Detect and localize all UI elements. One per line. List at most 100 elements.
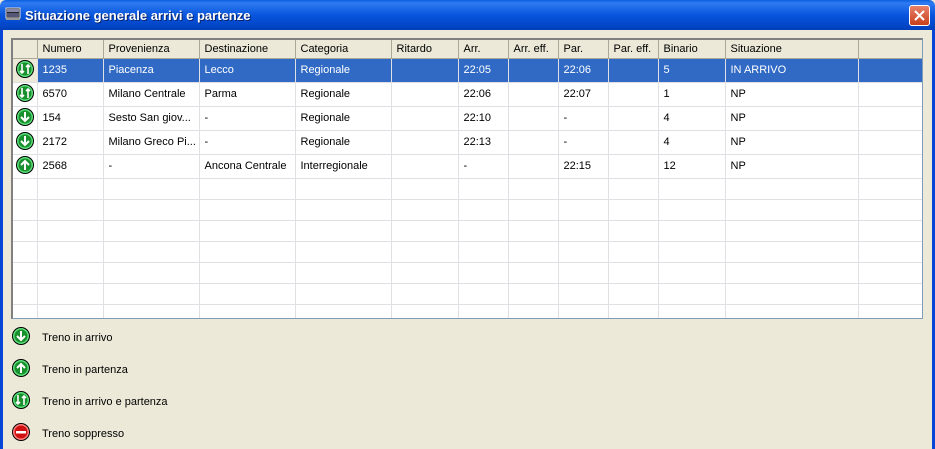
- row-icon-cell: [13, 106, 38, 131]
- row-icon-cell: [13, 58, 38, 83]
- trains-grid[interactable]: Numero Provenienza Destinazione Categoria Ri…: [11, 38, 923, 319]
- column-header[interactable]: Arr. eff.: [508, 40, 559, 59]
- cell-binario: 4: [658, 130, 726, 155]
- cell-par-eff: [608, 130, 659, 155]
- cell-binario: [658, 304, 726, 318]
- cell-par-eff: [608, 82, 659, 107]
- cell-filler: [858, 283, 922, 305]
- row-icon-cell: [13, 304, 38, 318]
- cell-numero: [37, 283, 104, 305]
- cell-situazione: NP: [725, 82, 859, 107]
- legend-item: Treno in arrivo: [11, 326, 311, 346]
- cell-destinazione: [199, 178, 296, 200]
- cell-provenienza: [103, 241, 200, 263]
- cell-destinazione: [199, 220, 296, 242]
- cell-destinazione: Parma: [199, 82, 296, 107]
- table-row[interactable]: 1235 Piacenza Lecco Regionale 22:05 22:06 5 IN …: [13, 58, 922, 83]
- cell-par-eff: [608, 283, 659, 305]
- row-icon-cell: [13, 154, 38, 179]
- cell-par: 22:06: [558, 58, 609, 83]
- cell-provenienza: [103, 199, 200, 221]
- cell-situazione: [725, 304, 859, 318]
- column-header[interactable]: Destinazione: [199, 40, 296, 59]
- column-header[interactable]: [13, 40, 38, 59]
- cell-arr: [458, 304, 509, 318]
- cell-arr-eff: [508, 220, 559, 242]
- cell-destinazione: [199, 199, 296, 221]
- table-row[interactable]: [13, 283, 922, 305]
- cell-provenienza: Piacenza: [103, 58, 200, 83]
- cell-situazione: [725, 262, 859, 284]
- cell-arr-eff: [508, 58, 559, 83]
- column-header[interactable]: [858, 40, 922, 59]
- cell-par: 22:07: [558, 82, 609, 107]
- cell-categoria: [295, 220, 392, 242]
- column-header[interactable]: Provenienza: [103, 40, 200, 59]
- cell-par-eff: [608, 220, 659, 242]
- table-row[interactable]: [13, 220, 922, 242]
- cell-numero: [37, 304, 104, 318]
- cell-destinazione: [199, 304, 296, 318]
- legend-label: Treno soppresso: [42, 428, 125, 440]
- column-header[interactable]: Numero: [37, 40, 104, 59]
- cell-categoria: [295, 241, 392, 263]
- cell-situazione: [725, 178, 859, 200]
- cell-par: [558, 304, 609, 318]
- close-icon: [914, 10, 925, 21]
- cell-provenienza: [103, 304, 200, 318]
- column-header[interactable]: Binario: [658, 40, 726, 59]
- table-row[interactable]: [13, 241, 922, 263]
- close-button[interactable]: [909, 5, 930, 26]
- cell-arr-eff: [508, 199, 559, 221]
- cell-arr: [458, 262, 509, 284]
- table-row[interactable]: [13, 178, 922, 200]
- column-header[interactable]: Arr.: [458, 40, 509, 59]
- cell-binario: 1: [658, 82, 726, 107]
- cell-par-eff: [608, 199, 659, 221]
- cell-provenienza: Sesto San giov...: [103, 106, 200, 131]
- table-row[interactable]: [13, 304, 922, 318]
- arrival-departure-icon: [15, 83, 34, 102]
- table-row[interactable]: 2172 Milano Greco Pi... - Regionale 22:13-4 N…: [13, 130, 922, 155]
- cell-provenienza: [103, 178, 200, 200]
- cell-situazione: NP: [725, 106, 859, 131]
- table-row[interactable]: [13, 199, 922, 221]
- cell-situazione: NP: [725, 130, 859, 155]
- app-icon: [5, 7, 21, 20]
- cell-binario: 5: [658, 58, 726, 83]
- cell-destinazione: Ancona Centrale: [199, 154, 296, 179]
- cell-numero: 154: [37, 106, 104, 131]
- cell-ritardo: [391, 178, 459, 200]
- column-header[interactable]: Par.: [558, 40, 609, 59]
- cell-provenienza: [103, 220, 200, 242]
- cell-arr: -: [458, 154, 509, 179]
- table-row[interactable]: 6570 Milano Centrale Parma Regionale 22:06 22…: [13, 82, 922, 107]
- arrival-departure-icon: [12, 391, 30, 409]
- cell-destinazione: -: [199, 106, 296, 131]
- row-icon-cell: [13, 82, 38, 107]
- table-row[interactable]: [13, 262, 922, 284]
- legend-label: Treno in arrivo: [42, 332, 113, 344]
- cell-provenienza: [103, 283, 200, 305]
- cell-situazione: [725, 241, 859, 263]
- arrival-icon: [15, 107, 34, 126]
- title-bar[interactable]: Situazione generale arrivi e partenze: [0, 0, 935, 30]
- column-header[interactable]: Ritardo: [391, 40, 459, 59]
- cell-arr: 22:05: [458, 58, 509, 83]
- legend-label: Treno in arrivo e partenza: [42, 396, 168, 408]
- column-header[interactable]: Categoria: [295, 40, 392, 59]
- table-row[interactable]: 154 Sesto San giov... - Regionale 22:10-4 NP: [13, 106, 922, 131]
- table-row[interactable]: 2568- Ancona Centrale Interregionale -22:15…: [13, 154, 922, 179]
- cell-numero: [37, 241, 104, 263]
- column-header[interactable]: Situazione: [725, 40, 859, 59]
- cell-par-eff: [608, 304, 659, 318]
- cell-arr-eff: [508, 262, 559, 284]
- cell-categoria: Regionale: [295, 58, 392, 83]
- cell-par: [558, 220, 609, 242]
- cell-categoria: Regionale: [295, 82, 392, 107]
- column-header[interactable]: Par. eff.: [608, 40, 659, 59]
- cell-filler: [858, 58, 922, 83]
- cell-categoria: [295, 262, 392, 284]
- cell-categoria: [295, 199, 392, 221]
- cell-binario: [658, 199, 726, 221]
